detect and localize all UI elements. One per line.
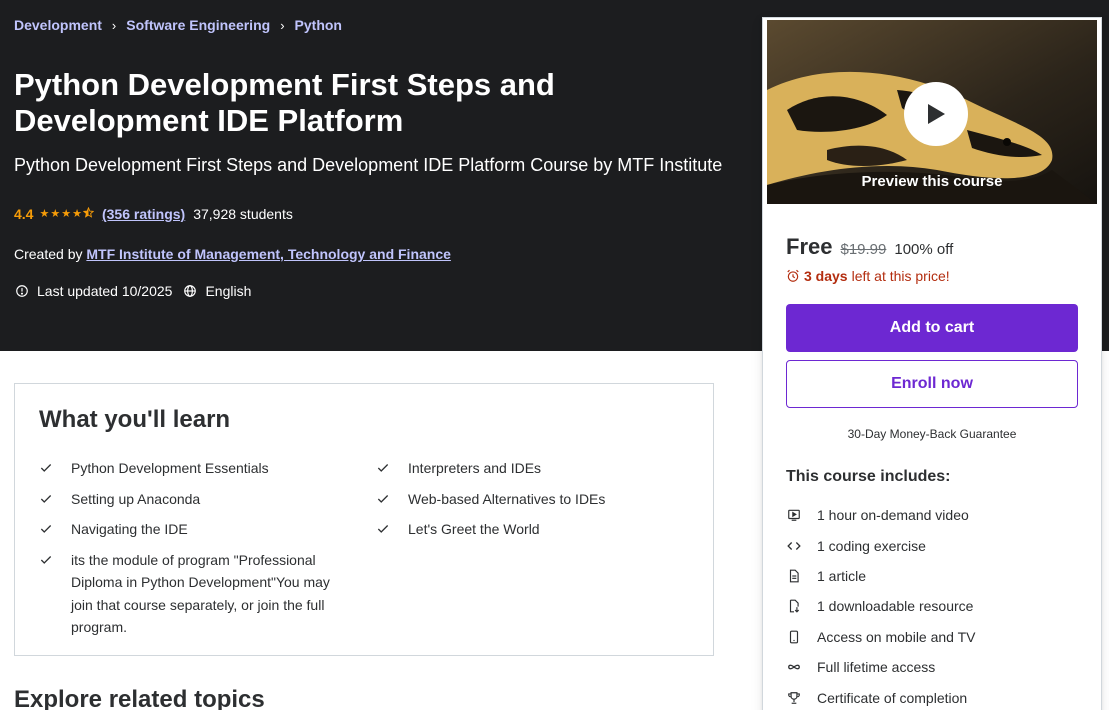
enroll-now-button[interactable]: Enroll now — [786, 360, 1078, 408]
list-item: Let's Greet the World — [376, 518, 694, 541]
preview-label: Preview this course — [861, 173, 1003, 190]
language: English — [182, 283, 251, 299]
discount-percent: 100% off — [894, 241, 954, 258]
list-item: Certificate of completion — [786, 682, 976, 710]
check-icon — [40, 464, 52, 472]
what-you-will-learn: What you'll learn Python Development Ess… — [14, 383, 714, 656]
infinity-icon — [786, 659, 802, 675]
original-price: $19.99 — [840, 241, 887, 258]
students-count: 37,928 students — [193, 206, 293, 222]
created-by-label: Created by — [14, 246, 83, 262]
breadcrumb-development[interactable]: Development — [14, 17, 102, 33]
star-rating: ★ ★ ★ ★ — [39, 206, 95, 222]
list-item: 1 hour on-demand video — [786, 500, 976, 530]
star-full-icon: ★ — [50, 207, 61, 220]
add-to-cart-button[interactable]: Add to cart — [786, 304, 1078, 352]
check-icon — [377, 494, 389, 503]
breadcrumb: Development › Software Engineering › Pyt… — [14, 17, 342, 33]
download-icon — [786, 598, 802, 614]
check-icon — [40, 555, 52, 564]
star-full-icon: ★ — [61, 207, 72, 220]
current-price: Free — [786, 234, 833, 259]
deadline-text: left at this price! — [851, 268, 950, 284]
learn-title: What you'll learn — [39, 406, 231, 433]
deadline-days: 3 days — [804, 268, 848, 284]
created-by: Created by MTF Institute of Management, … — [14, 246, 451, 262]
list-item: 1 coding exercise — [786, 530, 976, 560]
chevron-right-icon: › — [280, 17, 285, 33]
course-title: Python Development First Steps and Devel… — [14, 67, 555, 138]
list-item: its the module of program "Professional … — [39, 549, 357, 639]
list-item: Web-based Alternatives to IDEs — [376, 488, 694, 511]
explore-related-topics-heading: Explore related topics — [14, 686, 265, 710]
includes-title: This course includes: — [786, 468, 951, 485]
breadcrumb-python[interactable]: Python — [295, 17, 342, 33]
rating-row: 4.4 ★ ★ ★ ★ (356 ratings) 37,928 student… — [14, 206, 293, 222]
list-item: 1 downloadable resource — [786, 591, 976, 621]
check-icon — [40, 494, 52, 503]
instructor-link[interactable]: MTF Institute of Management, Technology … — [86, 246, 451, 262]
learn-list-right: Interpreters and IDEs Web-based Alternat… — [376, 457, 694, 549]
article-icon — [786, 568, 802, 584]
list-item: Setting up Anaconda — [39, 488, 357, 511]
code-icon — [786, 538, 802, 554]
globe-icon — [182, 283, 198, 299]
video-icon — [786, 507, 802, 523]
trophy-icon — [786, 690, 802, 706]
star-full-icon: ★ — [72, 207, 82, 220]
mobile-icon — [786, 629, 802, 645]
list-item: 1 article — [786, 561, 976, 591]
rating-value: 4.4 — [14, 206, 34, 222]
alert-badge-icon — [14, 283, 30, 299]
list-item: Access on mobile and TV — [786, 622, 976, 652]
price-row: Free $19.99 100% off — [786, 234, 953, 260]
check-icon — [377, 464, 389, 472]
course-meta: Last updated 10/2025 English — [14, 283, 261, 299]
list-item: Full lifetime access — [786, 652, 976, 682]
course-subtitle: Python Development First Steps and Devel… — [14, 155, 723, 175]
course-preview[interactable]: Preview this course — [767, 20, 1097, 204]
ratings-count-link[interactable]: (356 ratings) — [102, 206, 185, 222]
purchase-sidebar: Preview this course Free $19.99 100% off… — [762, 17, 1102, 710]
price-deadline: 3 days left at this price! — [786, 268, 950, 284]
check-icon — [40, 525, 52, 533]
star-full-icon: ★ — [39, 207, 50, 220]
chevron-right-icon: › — [111, 17, 117, 33]
play-button[interactable] — [904, 82, 968, 146]
star-half-icon — [82, 206, 95, 222]
learn-list-left: Python Development Essentials Setting up… — [39, 457, 357, 647]
list-item: Python Development Essentials — [39, 457, 357, 480]
money-back-guarantee: 30-Day Money-Back Guarantee — [847, 427, 1017, 441]
list-item: Interpreters and IDEs — [376, 457, 694, 480]
alarm-clock-icon — [787, 269, 799, 282]
play-icon — [928, 104, 945, 124]
last-updated: Last updated 10/2025 — [14, 283, 172, 299]
breadcrumb-software-engineering[interactable]: Software Engineering — [126, 17, 270, 33]
check-icon — [377, 525, 389, 533]
list-item: Navigating the IDE — [39, 518, 357, 541]
includes-list: 1 hour on-demand video 1 coding exercise… — [786, 500, 976, 710]
